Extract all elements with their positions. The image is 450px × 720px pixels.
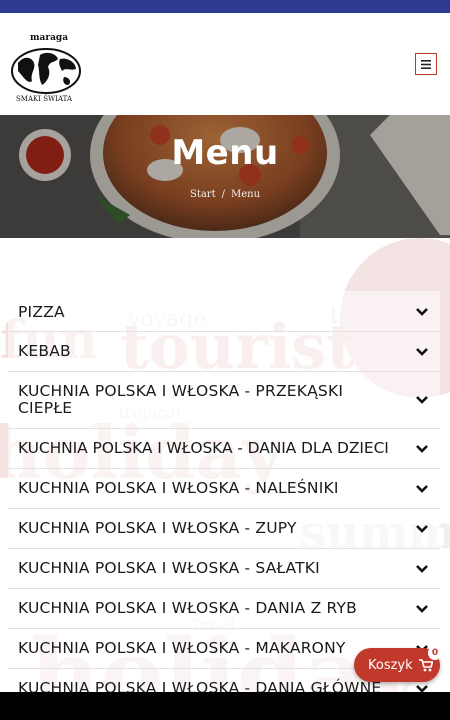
- chevron-down-icon: [416, 604, 428, 613]
- chevron-down-icon: [416, 396, 428, 404]
- menu-category-kebab[interactable]: KEBAB: [8, 332, 440, 372]
- menu-category-label: PIZZA: [18, 302, 65, 321]
- menu-category-salatki[interactable]: KUCHNIA POLSKA I WŁOSKA - SAŁATKI: [8, 549, 440, 589]
- menu-category-label: KUCHNIA POLSKA I WŁOSKA - DANIA Z RYB: [18, 599, 358, 617]
- menu-category-dania-z-ryb[interactable]: KUCHNIA POLSKA I WŁOSKA - DANIA Z RYB: [8, 589, 440, 629]
- menu-category-label: KUCHNIA POLSKA I WŁOSKA - MAKARONY: [18, 639, 346, 657]
- chevron-down-icon: [416, 564, 428, 573]
- cart-count-badge: 0: [428, 646, 442, 660]
- chevron-down-icon: [416, 484, 428, 493]
- menu-category-label: KUCHNIA POLSKA I WŁOSKA - DANIA DLA DZIE…: [18, 439, 389, 457]
- top-bar: [0, 0, 450, 13]
- chevron-down-icon: [416, 347, 428, 356]
- hamburger-icon: [421, 59, 431, 69]
- cart-button[interactable]: Koszyk 0: [354, 646, 442, 682]
- hamburger-menu-button[interactable]: [415, 53, 437, 75]
- breadcrumb-link-start[interactable]: Start: [190, 189, 216, 200]
- breadcrumb-current: Menu: [230, 189, 261, 200]
- chevron-down-icon: [416, 308, 428, 316]
- shopping-cart-icon: [418, 658, 433, 671]
- bottom-bar: [0, 692, 450, 720]
- page-title: Menu: [171, 133, 279, 173]
- breadcrumb-separator: /: [221, 189, 225, 200]
- menu-category-label: KEBAB: [18, 342, 71, 360]
- breadcrumb: Start / Menu: [0, 189, 450, 200]
- chevron-down-icon: [416, 444, 428, 453]
- menu-accordion: PIZZA KEBAB KUCHNIA POLSKA I WŁOSKA - PR…: [8, 291, 440, 709]
- menu-category-pizza[interactable]: PIZZA: [8, 291, 440, 332]
- hero-banner: Menu Start / Menu: [0, 115, 450, 238]
- site-logo[interactable]: maraga SMAKI ŚWIATA: [10, 33, 82, 109]
- menu-category-zupy[interactable]: KUCHNIA POLSKA I WŁOSKA - ZUPY: [8, 509, 440, 549]
- menu-category-label: KUCHNIA POLSKA I WŁOSKA - ZUPY: [18, 519, 297, 537]
- logo-brand-name: maraga: [30, 33, 69, 43]
- menu-category-dania-dla-dzieci[interactable]: KUCHNIA POLSKA I WŁOSKA - DANIA DLA DZIE…: [8, 429, 440, 469]
- menu-category-label: KUCHNIA POLSKA I WŁOSKA - PRZEKĄSKI CIEP…: [18, 382, 344, 417]
- menu-category-nalesniki[interactable]: KUCHNIA POLSKA I WŁOSKA - NALEŚNIKI: [8, 469, 440, 509]
- menu-category-przekaski-cieple[interactable]: KUCHNIA POLSKA I WŁOSKA - PRZEKĄSKI CIEP…: [8, 372, 440, 429]
- logo-tagline: SMAKI ŚWIATA: [16, 95, 73, 103]
- chevron-down-icon: [416, 524, 428, 533]
- cart-label: Koszyk: [368, 657, 413, 673]
- site-header: maraga SMAKI ŚWIATA: [0, 13, 450, 115]
- menu-category-label: KUCHNIA POLSKA I WŁOSKA - NALEŚNIKI: [18, 479, 339, 497]
- menu-category-label: KUCHNIA POLSKA I WŁOSKA - SAŁATKI: [18, 559, 320, 577]
